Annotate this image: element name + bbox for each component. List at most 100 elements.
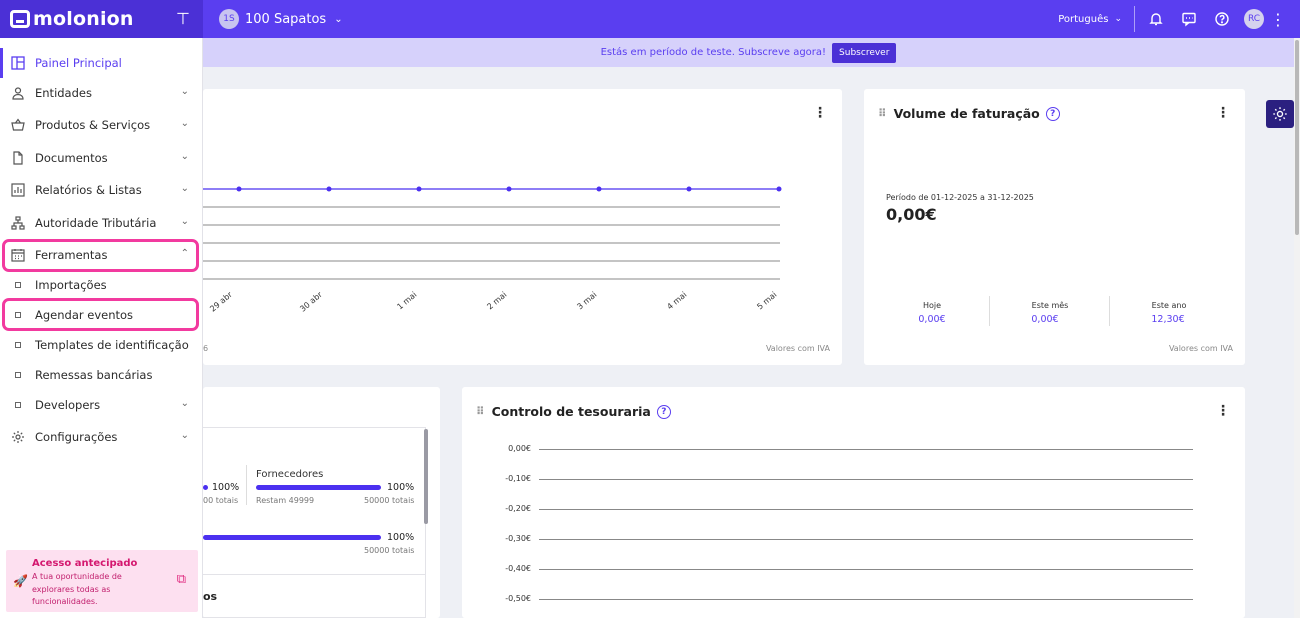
chevron-down-icon: ⌄ bbox=[180, 118, 189, 129]
suppliers-total: 50000 totais bbox=[364, 496, 415, 505]
logo[interactable]: molonion bbox=[0, 0, 203, 38]
bullet-icon bbox=[15, 342, 21, 348]
language-selector[interactable]: Português ⌄ bbox=[1058, 14, 1122, 25]
grid-line bbox=[539, 539, 1193, 540]
sidebar-item-developers[interactable]: Developers ⌄ bbox=[0, 390, 203, 420]
vat-note: Valores com IVA bbox=[765, 344, 830, 353]
chevron-down-icon: ⌄ bbox=[180, 430, 189, 441]
early-access-banner[interactable]: 🚀 Acesso antecipado A tua oportunidade d… bbox=[6, 550, 198, 612]
grid-line bbox=[539, 599, 1193, 600]
page-scrollbar-thumb[interactable] bbox=[1295, 40, 1299, 235]
sidebar-item-label: Autoridade Tributária bbox=[35, 216, 157, 230]
chevron-down-icon: ⌄ bbox=[180, 398, 189, 409]
suppliers-percent: 100% bbox=[387, 482, 415, 493]
network-icon bbox=[11, 216, 25, 230]
sidebar-sub-bank-remittances[interactable]: Remessas bancárias bbox=[0, 360, 203, 390]
sidebar-sub-label: Importações bbox=[35, 278, 107, 292]
limits-card: 100% 00 totais Fornecedores 100% Restam … bbox=[203, 387, 440, 618]
sidebar-sub-label: Templates de identificação bbox=[35, 338, 189, 352]
partial-text: 6 bbox=[203, 344, 209, 353]
report-icon bbox=[11, 183, 25, 197]
card-menu-icon[interactable]: ⋮ bbox=[1216, 403, 1230, 419]
divider bbox=[1109, 296, 1110, 326]
gear-icon bbox=[11, 430, 25, 444]
stat-label: Este mês bbox=[1031, 301, 1069, 310]
suppliers-progress-bar bbox=[256, 485, 381, 490]
y-tick-label: -0,20€ bbox=[505, 504, 531, 513]
progress-percent: 100% bbox=[212, 482, 240, 493]
grid-line bbox=[539, 449, 1193, 450]
stat-value: 0,00€ bbox=[1031, 314, 1059, 325]
y-tick-label: 0,00€ bbox=[508, 444, 531, 453]
stat-value: 12,30€ bbox=[1151, 314, 1185, 325]
subscribe-button[interactable]: Subscrever bbox=[832, 42, 897, 63]
total-label: 00 totais bbox=[203, 496, 239, 505]
progress-percent: 100% bbox=[387, 532, 415, 543]
sidebar-item-products[interactable]: Produtos & Serviços ⌄ bbox=[0, 110, 203, 140]
sidebar-item-settings[interactable]: Configurações ⌄ bbox=[0, 422, 203, 452]
user-avatar[interactable]: RC bbox=[1244, 9, 1264, 29]
card-title: Volume de faturação bbox=[893, 106, 1040, 121]
limits-panel bbox=[203, 427, 426, 618]
total-value: 0,00€ bbox=[886, 205, 937, 224]
stat-label: Este ano bbox=[1151, 301, 1187, 310]
chevron-down-icon: ⌄ bbox=[180, 216, 189, 227]
y-tick-label: -0,50€ bbox=[505, 594, 531, 603]
user-icon bbox=[11, 86, 25, 100]
sidebar-item-label: Configurações bbox=[35, 430, 118, 444]
sidebar-item-reports[interactable]: Relatórios & Listas ⌄ bbox=[0, 175, 203, 205]
sidebar-sub-id-templates[interactable]: Templates de identificação bbox=[0, 330, 203, 360]
sidebar-sub-imports[interactable]: Importações bbox=[0, 270, 203, 300]
company-avatar: 1S bbox=[219, 9, 239, 29]
card-menu-icon[interactable]: ⋮ bbox=[1216, 105, 1230, 121]
chevron-down-icon: ⌄ bbox=[1114, 14, 1122, 24]
divider bbox=[989, 296, 990, 326]
rocket-icon: 🚀 bbox=[13, 574, 28, 588]
help-icon[interactable]: ? bbox=[1045, 106, 1060, 121]
highlight-tools bbox=[2, 239, 199, 272]
dashboard-settings-button[interactable] bbox=[1266, 100, 1294, 128]
sidebar-item-dashboard[interactable]: Painel Principal bbox=[0, 48, 203, 78]
company-name: 100 Sapatos bbox=[245, 11, 327, 27]
company-selector[interactable]: 1S 100 Sapatos ⌄ bbox=[219, 9, 343, 29]
sidebar-sub-label: Remessas bancárias bbox=[35, 368, 153, 382]
section-title: os bbox=[203, 590, 218, 603]
sidebar-item-documents[interactable]: Documentos ⌄ bbox=[0, 143, 203, 173]
bell-icon[interactable] bbox=[1145, 8, 1167, 30]
sidebar-item-label: Developers bbox=[35, 398, 101, 412]
logo-text: molonion bbox=[33, 8, 134, 30]
logo-mark-icon bbox=[10, 10, 30, 28]
external-link-icon[interactable]: ⧉ bbox=[177, 572, 186, 587]
sales-line-chart bbox=[203, 186, 782, 280]
scrollbar[interactable] bbox=[424, 429, 428, 524]
drag-handle-icon[interactable]: ⠿ bbox=[878, 107, 887, 120]
sidebar: Painel Principal Entidades ⌄ Produtos & … bbox=[0, 38, 203, 618]
chat-icon[interactable] bbox=[1178, 8, 1200, 30]
progress-bar bbox=[203, 535, 381, 540]
sales-chart-card: ⋮ 29 abr 30 abr 1 mai 2 mai 3 mai 4 mai … bbox=[203, 89, 842, 365]
pin-icon[interactable]: ⊤ bbox=[176, 9, 190, 28]
vat-note: Valores com IVA bbox=[1168, 344, 1233, 353]
chevron-down-icon: ⌄ bbox=[180, 183, 189, 194]
bullet-icon bbox=[15, 402, 21, 408]
bullet-icon bbox=[15, 372, 21, 378]
sidebar-item-entities[interactable]: Entidades ⌄ bbox=[0, 78, 203, 108]
bullet-icon bbox=[15, 282, 21, 288]
total-label: 50000 totais bbox=[364, 546, 415, 555]
stat-value: 0,00€ bbox=[918, 314, 946, 325]
highlight-schedule-events bbox=[2, 298, 199, 331]
more-options-icon[interactable]: ⋮ bbox=[1270, 10, 1286, 29]
y-tick-label: -0,10€ bbox=[505, 474, 531, 483]
chevron-down-icon: ⌄ bbox=[180, 151, 189, 162]
chevron-down-icon: ⌄ bbox=[334, 13, 343, 25]
help-icon[interactable]: ? bbox=[656, 404, 671, 419]
sidebar-item-label: Produtos & Serviços bbox=[35, 118, 151, 132]
stat-label: Hoje bbox=[922, 301, 942, 310]
drag-handle-icon[interactable]: ⠿ bbox=[476, 405, 485, 418]
suppliers-label: Fornecedores bbox=[256, 469, 324, 480]
help-icon[interactable] bbox=[1211, 8, 1233, 30]
language-label: Português bbox=[1058, 13, 1109, 25]
suppliers-remaining: Restam 49999 bbox=[256, 496, 315, 505]
treasury-card: ⠿ Controlo de tesouraria ? ⋮ 0,00€ -0,10… bbox=[462, 387, 1245, 618]
sidebar-item-tax-authority[interactable]: Autoridade Tributária ⌄ bbox=[0, 208, 203, 238]
